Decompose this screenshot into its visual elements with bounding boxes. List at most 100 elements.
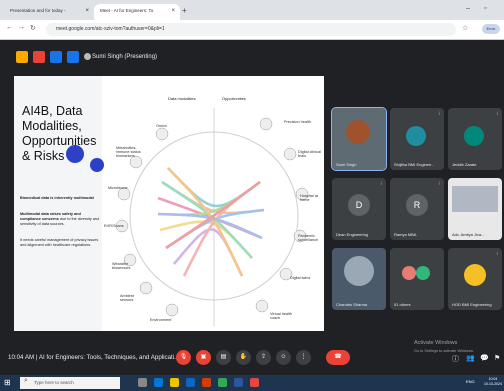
opportunity-icons [255,117,309,313]
people-icon[interactable]: 👥 [466,354,475,362]
activities-icon[interactable]: ⚑ [494,354,500,362]
taskbar-search[interactable]: Type here to search [20,377,120,389]
more-options-button[interactable]: ⋮ [296,350,311,365]
profile-button[interactable]: Error [482,24,500,34]
participant-name: Sumi Singh [336,162,357,167]
participant-name: Charubis Sharma [336,302,368,307]
minimize-icon[interactable]: – [466,5,470,12]
participant-name: Shijitha BMI Enginee... [394,162,435,167]
participant-video [346,120,370,144]
participant-name: Adv. Amitya Jiva... [452,232,485,237]
windows-start-icon[interactable]: ⊞ [4,378,11,387]
browser-tab-meet[interactable]: Meet - AI for Engineers: To × [94,4,180,20]
participant-tile[interactable]: ⁝ HOD BMI Engineering [448,248,502,310]
participant-name: 51 others [394,302,411,307]
powerpoint-icon[interactable] [202,378,211,387]
label-environment: Environment [150,318,172,322]
participant-avatar [464,264,486,286]
participant-avatar [416,266,430,280]
slide-para-3: It needs careful management of privacy i… [20,238,99,247]
url-bar[interactable]: meet.google.com/atc-sziv-tom?authuser=0&… [46,23,456,36]
participant-name: HOD BMI Engineering [452,302,492,307]
precision-health-icon [259,117,273,131]
label-hospital-home: Hospital at home [300,194,318,202]
participant-avatar [344,256,374,286]
raise-hand-button[interactable]: ✋ [236,350,251,365]
label-omics: Omics [156,124,167,128]
captions-icon[interactable] [67,51,79,63]
url-text: meet.google.com/atc-sziv-tom?authuser=0&… [56,26,165,32]
participant-tile[interactable]: Charubis Sharma [332,248,386,310]
chord-bands [157,167,265,277]
captions-button[interactable]: ▤ [216,350,231,365]
chat-icon[interactable]: 💬 [480,354,489,362]
word-icon[interactable] [234,378,243,387]
label-metabolites: Metabolites, immune status biomarkers [116,146,141,158]
close-icon[interactable]: × [171,4,175,18]
camera-off-button[interactable]: ▣ [196,350,211,365]
label-microbiome: Microbiome [108,186,128,190]
back-icon[interactable]: ← [6,24,13,31]
browser-tab-presentation[interactable]: Presentation and for today - × [4,4,94,20]
participant-tile[interactable]: D ⁝ Dean Engineering [332,178,386,240]
profile-label: Error [486,26,496,31]
chrome-icon[interactable] [218,378,227,387]
ambient-sensor-icon [139,281,153,295]
close-icon[interactable]: × [85,4,89,18]
participant-initial: R [406,194,428,216]
activate-windows-subtitle: Go to Settings to activate Windows. [414,349,474,353]
tab-label: Meet - AI for Engineers: To [100,8,154,13]
store-icon[interactable] [186,378,195,387]
edge-icon[interactable] [154,378,163,387]
meeting-info: 10:04 AM | AI for Engineers: Tools, Tech… [8,354,180,361]
label-digital-twins: Digital twins [290,276,311,280]
mic-off-icon: ⁝ [438,181,440,187]
language-indicator[interactable]: ENG [466,379,475,384]
participant-tile[interactable]: 51 others [390,248,444,310]
mic-off-icon: ⁝ [496,251,498,257]
more-options-icon[interactable]: ⁝ [496,111,498,117]
mic-off-button[interactable]: 🎙 [176,350,191,365]
app-icon[interactable] [250,378,259,387]
label-health-coach: Virtual health coach [270,312,293,320]
mic-off-icon: ⁝ [380,181,382,187]
emoji-button[interactable]: ☺ [276,350,291,365]
taskbar-clock[interactable]: 10:04 10-10-2024 [484,377,502,387]
clock-date: 10-10-2024 [484,382,502,386]
label-ambient: Ambient sensors [120,294,134,302]
end-call-button[interactable]: ☎ [326,350,350,365]
activate-windows-title: Activate Windows [414,340,458,346]
participant-name: Jeddie Zarate [452,162,477,167]
label-clinical-trials: Digital clinical trials [298,150,322,158]
file-explorer-icon[interactable] [170,378,179,387]
activity-icon[interactable] [16,51,28,63]
participant-tile[interactable]: Adv. Amitya Jiva... [448,178,502,240]
environment-icon [165,303,179,317]
reload-icon[interactable]: ↻ [30,24,36,32]
shared-screen-thumbnail [452,186,498,212]
forward-icon[interactable]: → [18,24,25,31]
whiteboard-icon[interactable] [50,51,62,63]
participant-tile[interactable]: Sumi Singh [331,107,387,171]
label-surveillance: Pandemic surveillance [298,234,319,242]
participant-avatar [464,126,484,146]
participant-tile[interactable]: R ⁝ Ramya MBA [390,178,444,240]
new-tab-icon[interactable]: + [182,6,187,15]
participant-initial: D [348,194,370,216]
info-icon[interactable]: ⓘ [452,354,459,364]
task-view-icon[interactable] [138,378,147,387]
health-coach-icon [255,299,269,313]
maximize-icon[interactable]: ▫ [484,5,486,12]
participant-tile[interactable]: ⁝ Shijitha BMI Enginee... [390,108,444,170]
more-options-icon[interactable]: ⁝ [438,111,440,117]
present-button[interactable]: ⇪ [256,350,271,365]
star-icon[interactable]: ☆ [462,24,468,32]
slide-para-1: Biomedical data is inherently multimodal [20,196,94,200]
participant-tile[interactable]: ⁝ Jeddie Zarate [448,108,502,170]
participant-name: Ramya MBA [394,232,417,237]
participant-name: Dean Engineering [336,232,369,237]
slide-title: AI4B, Data Modalities, Opportunities & R… [22,104,97,163]
record-icon[interactable] [33,51,45,63]
label-ehr: EHR/Scans [104,224,124,228]
slide-para-2: Multimodal data raises safety and compli… [20,212,100,226]
